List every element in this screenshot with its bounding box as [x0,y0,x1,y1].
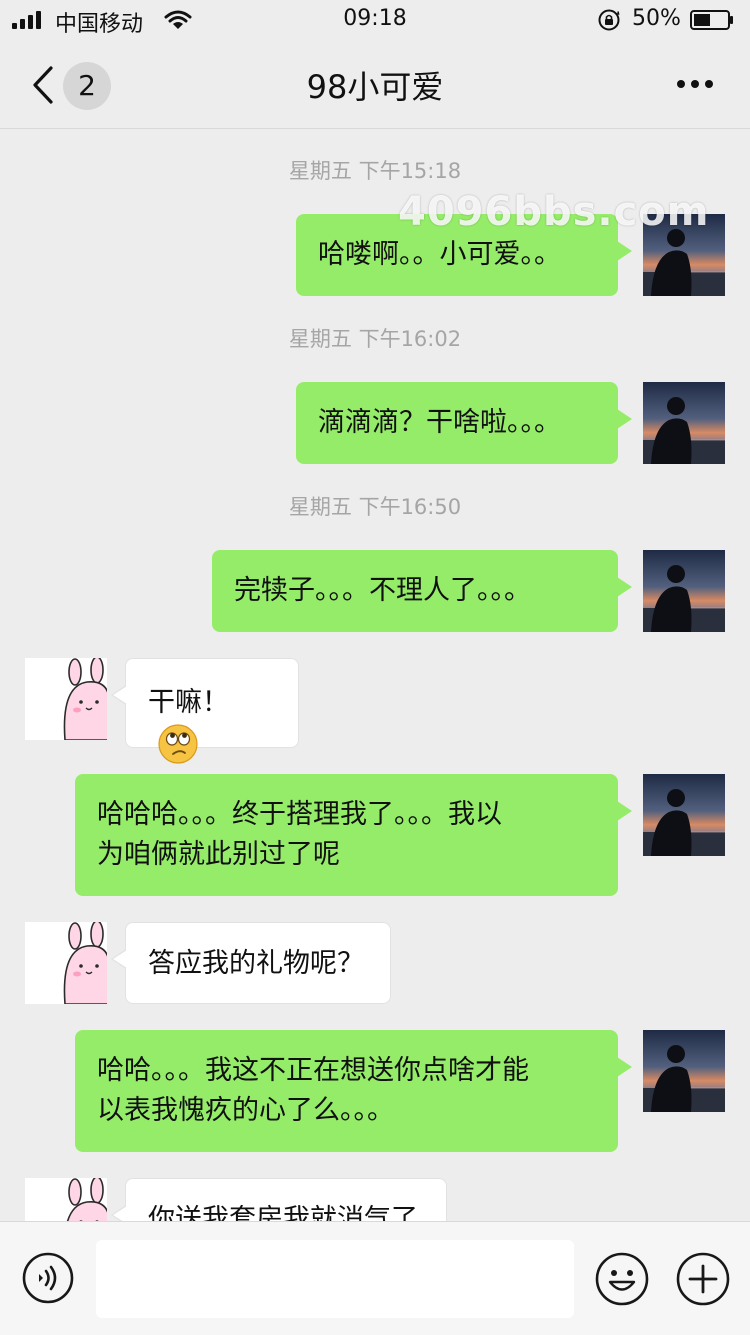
nav-bar: 2 98小可爱 [0,40,750,129]
my-avatar[interactable] [643,1030,725,1112]
contact-avatar[interactable] [25,922,107,1004]
message-text: 干嘛！ [148,687,229,718]
message-timestamp: 星期五 下午16:02 [288,327,462,351]
battery-percent: 50% [632,6,681,31]
sent-message-bubble[interactable]: 哈哈哈。。。终于搭理我了。。。我以 为咱俩就此别过了呢 [75,774,632,896]
my-avatar[interactable] [643,382,725,464]
input-bar [0,1221,750,1335]
message-line: 为咱俩就此别过了呢 [97,839,340,870]
message-line: 哈哈。。。我这不正在想送你点啥才能 [97,1055,529,1086]
status-bar: 中国移动 09:18 50% [0,0,750,40]
message-line: 哈哈哈。。。终于搭理我了。。。我以 [97,799,502,830]
chat-title: 98小可爱 [306,68,444,106]
received-message-bubble[interactable]: 答应我的礼物呢？ [111,922,391,1004]
my-avatar[interactable] [643,550,725,632]
voice-icon[interactable] [22,1252,74,1304]
rolling-eyes-emoji-icon [158,723,198,764]
contact-avatar[interactable] [25,1178,107,1221]
chat-message-list[interactable]: 星期五 下午15:18 哈喽啊。。小可爱。。 星期五 下午16:02 滴滴滴？干… [0,129,750,1221]
my-avatar[interactable] [643,774,725,856]
message-timestamp: 星期五 下午16:50 [288,495,462,519]
message-input[interactable] [96,1240,574,1318]
smiley-icon[interactable] [595,1252,649,1306]
my-avatar[interactable] [643,214,725,296]
received-message-bubble[interactable]: 你送我套房我就消气了 [111,1178,447,1221]
rotation-lock-icon [598,9,620,31]
message-line: 以表我愧疚的心了么。。。 [97,1095,394,1126]
battery-icon [690,10,733,30]
plus-circle-icon[interactable] [676,1252,730,1306]
received-message-bubble[interactable]: 干嘛！ [111,658,299,764]
sent-message-bubble[interactable]: 完犊子。。。不理人了。。。 [212,550,632,632]
sent-message-bubble[interactable]: 哈哈。。。我这不正在想送你点啥才能 以表我愧疚的心了么。。。 [75,1030,632,1152]
sent-message-bubble[interactable]: 哈喽啊。。小可爱。。 [296,214,632,296]
contact-avatar[interactable] [25,658,107,740]
more-options-button[interactable] [660,64,730,104]
sent-message-bubble[interactable]: 滴滴滴？干啥啦。。。 [296,382,632,464]
message-timestamp: 星期五 下午15:18 [288,159,462,183]
